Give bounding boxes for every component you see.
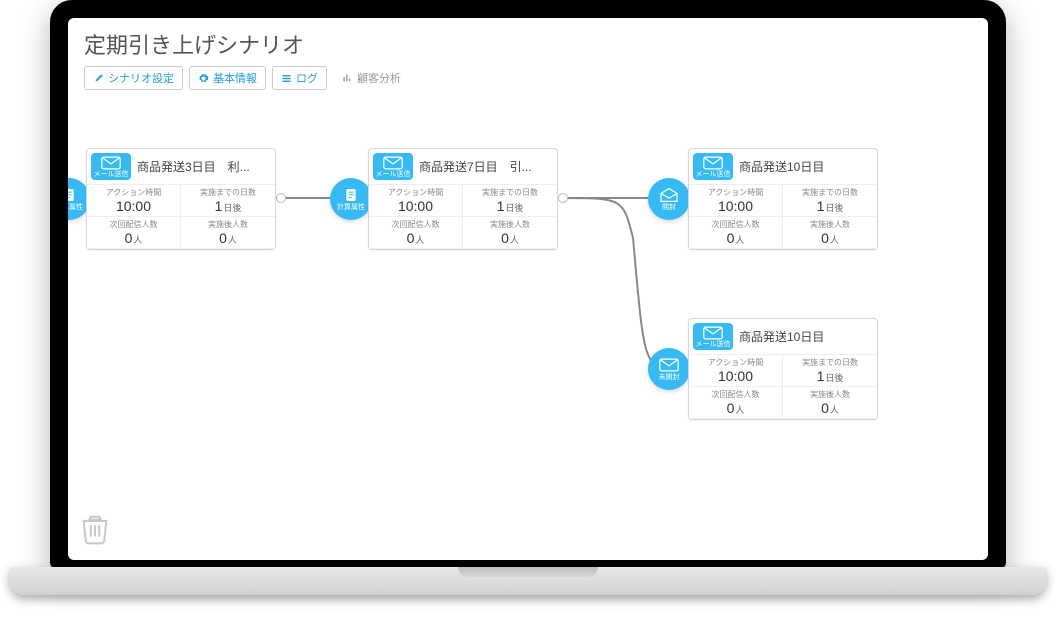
mail-icon <box>703 156 723 170</box>
basic-info-label: 基本情報 <box>213 70 257 86</box>
port-label: 計算属性 <box>337 204 365 211</box>
node-title: 商品発送7日目 引... <box>419 158 551 175</box>
basic-info-button[interactable]: 基本情報 <box>189 66 266 90</box>
trash-button[interactable] <box>78 511 112 550</box>
flow-node-3[interactable]: メール送信 商品発送10日目 アクション時間10:00 実施までの日数1日後 次… <box>688 148 878 250</box>
scenario-settings-label: シナリオ設定 <box>108 70 174 86</box>
node-title: 商品発送3日目 利... <box>137 158 269 175</box>
flow-node-4[interactable]: メール送信 商品発送10日目 アクション時間10:00 実施までの日数1日後 次… <box>688 318 878 420</box>
page-title: 定期引き上げシナリオ <box>84 28 972 60</box>
log-button[interactable]: ログ <box>272 66 327 90</box>
flow-node-2[interactable]: メール送信 商品発送7日目 引... アクション時間10:00 実施までの日数1… <box>368 148 558 250</box>
gear-icon <box>198 73 209 84</box>
node-output-dot[interactable] <box>276 193 286 203</box>
toolbar: シナリオ設定 基本情報 ログ 顧客分析 <box>84 66 972 90</box>
customer-analytics-button: 顧客分析 <box>333 66 410 90</box>
node-output-dot[interactable] <box>558 193 568 203</box>
port-label: 開封 <box>662 204 676 211</box>
mail-badge: メール送信 <box>91 153 131 180</box>
flow-node-1[interactable]: メール送信 商品発送3日目 利... アクション時間10:00 実施までの日数1… <box>86 148 276 250</box>
port-calc-2[interactable]: 計算属性 <box>330 178 372 220</box>
mail-badge: メール送信 <box>373 153 413 180</box>
mail-open-icon <box>659 187 679 203</box>
scenario-settings-button[interactable]: シナリオ設定 <box>84 66 183 90</box>
mail-icon <box>383 156 403 170</box>
port-label: 計算属性 <box>68 204 83 211</box>
port-label: 未開封 <box>659 374 680 381</box>
mail-badge: メール送信 <box>693 153 733 180</box>
app-screen: 定期引き上げシナリオ シナリオ設定 基本情報 ログ 顧客分析 <box>68 18 988 560</box>
chart-icon <box>342 73 353 84</box>
list-icon <box>281 73 292 84</box>
mail-badge: メール送信 <box>693 323 733 350</box>
mail-icon <box>703 326 723 340</box>
customer-analytics-label: 顧客分析 <box>357 70 401 86</box>
mail-icon <box>659 357 679 373</box>
mail-icon <box>101 156 121 170</box>
log-label: ログ <box>296 70 318 86</box>
trash-icon <box>78 511 112 545</box>
pencil-icon <box>93 73 104 84</box>
scenario-canvas[interactable]: 計算属性 メール送信 商品発送3日目 利... アクション時間10:00 実施ま… <box>68 88 988 560</box>
port-open[interactable]: 開封 <box>648 178 690 220</box>
document-icon <box>341 187 361 203</box>
node-title: 商品発送10日目 <box>739 158 871 175</box>
document-icon <box>68 187 79 203</box>
node-title: 商品発送10日目 <box>739 328 871 345</box>
port-unopen[interactable]: 未開封 <box>648 348 690 390</box>
